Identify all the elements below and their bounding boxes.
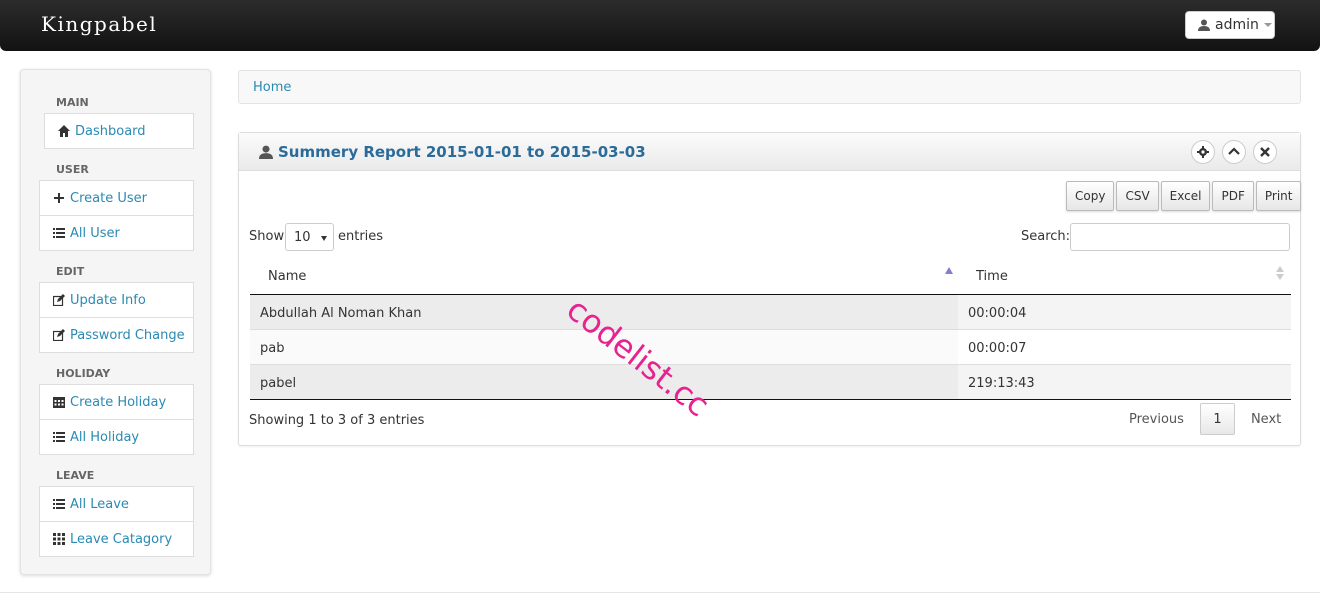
chevron-down-icon [1263, 23, 1272, 27]
sort-icon [1276, 266, 1284, 282]
sidebar-header-leave: LEAVE [56, 469, 95, 482]
sidebar-item-leave-category[interactable]: Leave Catagory [39, 521, 194, 557]
table-row: Abdullah Al Noman Khan 00:00:04 [250, 295, 1291, 330]
cell-name: pabel [260, 376, 297, 391]
report-title-text: Summery Report 2015-01-01 to 2015-03-03 [278, 143, 646, 161]
sidebar-item-all-user[interactable]: All User [39, 215, 194, 251]
edit-icon [53, 329, 65, 341]
user-icon [259, 145, 273, 159]
pagination: Previous 1 Next [1129, 403, 1281, 435]
sidebar-item-label: Password Change [70, 327, 185, 343]
home-icon [58, 125, 70, 137]
page-length-select[interactable]: 10 [285, 223, 334, 251]
user-icon [1198, 19, 1210, 31]
search-label: Search: [1021, 229, 1071, 244]
grid-icon [53, 533, 65, 545]
close-button[interactable] [1253, 140, 1277, 164]
sidebar-item-label: Create User [70, 190, 147, 206]
cell-name: Abdullah Al Noman Khan [260, 306, 422, 321]
settings-button[interactable] [1191, 140, 1215, 164]
search-input[interactable] [1070, 223, 1290, 251]
collapse-button[interactable] [1222, 140, 1246, 164]
sidebar-item-label: Leave Catagory [70, 531, 173, 547]
report-table: Name Time Abdullah Al Noman Khan 00:00:0… [250, 257, 1291, 400]
sidebar-item-label: All Leave [70, 496, 129, 512]
cell-name: pab [260, 341, 285, 356]
dropdown-arrow-icon [321, 236, 327, 241]
sidebar-item-create-user[interactable]: Create User [39, 180, 194, 216]
column-header-time[interactable]: Time [976, 269, 1008, 284]
close-icon [1260, 147, 1270, 157]
sidebar-header-holiday: HOLIDAY [56, 367, 111, 380]
export-toolbar: Copy CSV Excel PDF Print [1064, 181, 1302, 211]
sidebar-item-label: All User [70, 225, 120, 241]
sidebar-item-password-change[interactable]: Password Change [39, 317, 194, 353]
length-entries-label: entries [338, 229, 384, 244]
sidebar-item-label: All Holiday [70, 429, 140, 445]
table-row: pab 00:00:07 [250, 330, 1291, 365]
column-header-name[interactable]: Name [268, 269, 306, 284]
report-box: Summery Report 2015-01-01 to 2015-03-03 … [238, 132, 1302, 446]
breadcrumb: Home [238, 70, 1301, 104]
plus-icon [53, 192, 65, 204]
next-page-button[interactable]: Next [1251, 412, 1281, 427]
sidebar-header-main: MAIN [56, 96, 89, 109]
top-navbar: Kingpabel admin [0, 0, 1320, 51]
calendar-icon [53, 396, 65, 408]
sidebar: MAIN Dashboard USER Create User All User… [20, 69, 211, 575]
previous-page-button[interactable]: Previous [1129, 412, 1184, 427]
chevron-up-icon [1228, 147, 1240, 155]
sidebar-item-label: Dashboard [75, 123, 146, 139]
edit-icon [53, 294, 65, 306]
user-menu-button[interactable]: admin [1185, 11, 1275, 39]
list-icon [53, 498, 65, 510]
sidebar-item-update-info[interactable]: Update Info [39, 282, 194, 318]
excel-button[interactable]: Excel [1160, 181, 1211, 211]
sidebar-item-label: Create Holiday [70, 394, 167, 410]
footer-divider [0, 592, 1320, 593]
gear-icon [1197, 146, 1209, 158]
sidebar-header-user: USER [56, 163, 89, 176]
length-show-label: Show [249, 229, 285, 244]
csv-button[interactable]: CSV [1116, 181, 1159, 211]
sidebar-item-all-holiday[interactable]: All Holiday [39, 419, 194, 455]
sidebar-item-all-leave[interactable]: All Leave [39, 486, 194, 522]
pdf-button[interactable]: PDF [1212, 181, 1254, 211]
page-length-value: 10 [294, 230, 311, 245]
sidebar-header-edit: EDIT [56, 265, 85, 278]
brand-logo[interactable]: Kingpabel [41, 12, 157, 36]
sort-asc-icon [945, 267, 953, 274]
copy-button[interactable]: Copy [1066, 181, 1115, 211]
user-menu-label: admin [1215, 17, 1259, 33]
report-title: Summery Report 2015-01-01 to 2015-03-03 [259, 143, 646, 161]
cell-time: 219:13:43 [968, 376, 1035, 391]
report-box-header: Summery Report 2015-01-01 to 2015-03-03 [239, 133, 1300, 171]
cell-time: 00:00:07 [968, 341, 1027, 356]
print-button[interactable]: Print [1255, 181, 1302, 211]
breadcrumb-home-link[interactable]: Home [253, 80, 291, 95]
list-icon [53, 227, 65, 239]
table-header-row: Name Time [250, 257, 1291, 295]
page-1-button[interactable]: 1 [1199, 403, 1235, 435]
sidebar-item-label: Update Info [70, 292, 146, 308]
table-row: pabel 219:13:43 [250, 365, 1291, 400]
list-icon [53, 431, 65, 443]
cell-time: 00:00:04 [968, 306, 1027, 321]
sidebar-item-dashboard[interactable]: Dashboard [44, 113, 194, 149]
table-info: Showing 1 to 3 of 3 entries [249, 413, 425, 428]
sidebar-item-create-holiday[interactable]: Create Holiday [39, 384, 194, 420]
